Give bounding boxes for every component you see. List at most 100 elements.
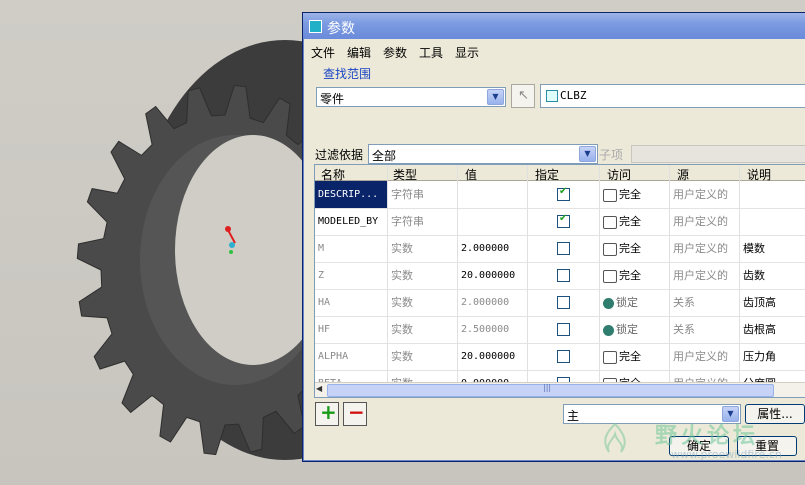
scrollbar-grip: ||| [543, 383, 552, 392]
set-select-value: 主 [567, 409, 580, 423]
param-access[interactable]: 完全 [603, 208, 641, 235]
remove-parameter-button[interactable]: − [343, 400, 367, 426]
param-source[interactable]: 关系 [673, 289, 695, 316]
scroll-left-icon[interactable]: ◀ [316, 384, 322, 393]
param-name[interactable]: HF [315, 316, 388, 343]
designate-checkbox[interactable] [557, 323, 570, 336]
param-description[interactable]: 模数 [743, 235, 765, 262]
param-description[interactable]: 压力角 [743, 343, 776, 370]
table-row[interactable]: Z 实数 20.000000 完全 用户定义的 齿数 [315, 262, 805, 290]
param-value[interactable]: 2.000000 [461, 235, 509, 262]
param-value[interactable]: 2.000000 [461, 289, 509, 316]
window-icon [309, 20, 322, 33]
param-source[interactable]: 用户定义的 [673, 343, 728, 370]
menu-display[interactable]: 显示 [455, 44, 479, 61]
param-source[interactable]: 用户定义的 [673, 262, 728, 289]
object-name-value: CLBZ [560, 89, 587, 102]
column-divider [739, 165, 740, 397]
column-divider [527, 165, 528, 397]
param-value[interactable]: 20.000000 [461, 343, 515, 370]
param-access-label: 完全 [619, 188, 641, 201]
param-type[interactable]: 实数 [391, 343, 413, 370]
param-access-label: 完全 [619, 350, 641, 363]
param-type[interactable]: 字符串 [391, 181, 424, 208]
flame-logo-icon [604, 422, 626, 453]
param-value[interactable]: 2.500000 [461, 316, 509, 343]
param-access-label: 完全 [619, 269, 641, 282]
menu-bar: 文件 编辑 参数 工具 显示 [303, 41, 805, 61]
param-value[interactable]: 20.000000 [461, 262, 515, 289]
param-name[interactable]: HA [315, 289, 388, 316]
param-access[interactable]: 锁定 [603, 289, 638, 316]
chevron-down-icon[interactable]: ▼ [579, 146, 596, 162]
plus-icon: + [320, 400, 337, 424]
column-divider [599, 165, 600, 397]
select-pointer-button[interactable]: ↖ [511, 84, 535, 108]
column-divider [457, 165, 458, 397]
scrollbar-thumb[interactable]: ||| [327, 383, 774, 397]
param-description[interactable]: 齿顶高 [743, 289, 776, 316]
param-access[interactable]: 完全 [603, 235, 641, 262]
param-access-label: 完全 [619, 215, 641, 228]
param-name[interactable]: DESCRIP... [315, 181, 388, 208]
table-header: 名称 类型 值 指定 访问 源 说明 [315, 165, 805, 182]
designate-checkbox[interactable] [557, 269, 570, 282]
param-source[interactable]: 关系 [673, 316, 695, 343]
table-row[interactable]: ALPHA 实数 20.000000 完全 用户定义的 压力角 [315, 343, 805, 371]
table-row[interactable]: HF 实数 2.500000 锁定 关系 齿根高 [315, 316, 805, 344]
param-source[interactable]: 用户定义的 [673, 208, 728, 235]
scope-select[interactable]: 零件 ▼ [316, 87, 506, 107]
designate-checkbox[interactable] [557, 186, 570, 201]
lock-icon [603, 297, 614, 309]
table-row[interactable]: DESCRIP...字符串 完全 用户定义的 [315, 181, 805, 209]
watermark-title: 野火论坛 [655, 424, 760, 449]
scope-select-value: 零件 [320, 92, 345, 106]
chevron-down-icon[interactable]: ▼ [487, 89, 504, 105]
minus-icon: − [348, 400, 365, 424]
designate-checkbox[interactable] [557, 350, 570, 363]
param-name[interactable]: MODELED_BY [315, 208, 388, 235]
param-source[interactable]: 用户定义的 [673, 181, 728, 208]
menu-tools[interactable]: 工具 [419, 44, 443, 61]
table-row[interactable]: HA 实数 2.000000 锁定 关系 齿顶高 [315, 289, 805, 317]
param-name[interactable]: M [315, 235, 388, 262]
designate-checkbox[interactable] [557, 213, 570, 228]
param-description[interactable]: 齿根高 [743, 316, 776, 343]
lock-icon [603, 324, 614, 336]
menu-edit[interactable]: 编辑 [347, 44, 371, 61]
param-access[interactable]: 完全 [603, 262, 641, 289]
filter-select[interactable]: 全部 ▼ [368, 144, 598, 164]
column-divider [669, 165, 670, 397]
param-source[interactable]: 用户定义的 [673, 235, 728, 262]
param-name[interactable]: Z [315, 262, 388, 289]
unlock-icon [603, 242, 617, 256]
param-type[interactable]: 实数 [391, 235, 413, 262]
unlock-icon [603, 269, 617, 283]
table-row[interactable]: M 实数 2.000000 完全 用户定义的 模数 [315, 235, 805, 263]
menu-file[interactable]: 文件 [311, 44, 335, 61]
param-name[interactable]: ALPHA [315, 343, 388, 370]
column-divider [387, 165, 388, 397]
horizontal-scrollbar[interactable]: ◀ ||| [315, 382, 805, 397]
param-type[interactable]: 实数 [391, 316, 413, 343]
param-type[interactable]: 实数 [391, 289, 413, 316]
param-access[interactable]: 完全 [603, 343, 641, 370]
object-name-field[interactable]: CLBZ [540, 84, 805, 108]
part-icon [546, 90, 558, 102]
param-type[interactable]: 实数 [391, 262, 413, 289]
param-description[interactable]: 齿数 [743, 262, 765, 289]
pointer-icon: ↖ [518, 88, 529, 103]
title-bar[interactable]: 参数 [303, 13, 805, 39]
designate-checkbox[interactable] [557, 296, 570, 309]
param-access-label: 锁定 [616, 323, 638, 336]
child-label: 子项 [599, 148, 624, 162]
param-access[interactable]: 完全 [603, 181, 641, 208]
table-row[interactable]: MODELED_BY字符串 完全 用户定义的 [315, 208, 805, 236]
param-access[interactable]: 锁定 [603, 316, 638, 343]
designate-checkbox[interactable] [557, 242, 570, 255]
add-parameter-button[interactable]: + [315, 400, 339, 426]
watermark: 野火论坛 www.proewildfire.cn [595, 418, 805, 463]
param-access-label: 完全 [619, 242, 641, 255]
menu-parameters[interactable]: 参数 [383, 44, 407, 61]
param-type[interactable]: 字符串 [391, 208, 424, 235]
